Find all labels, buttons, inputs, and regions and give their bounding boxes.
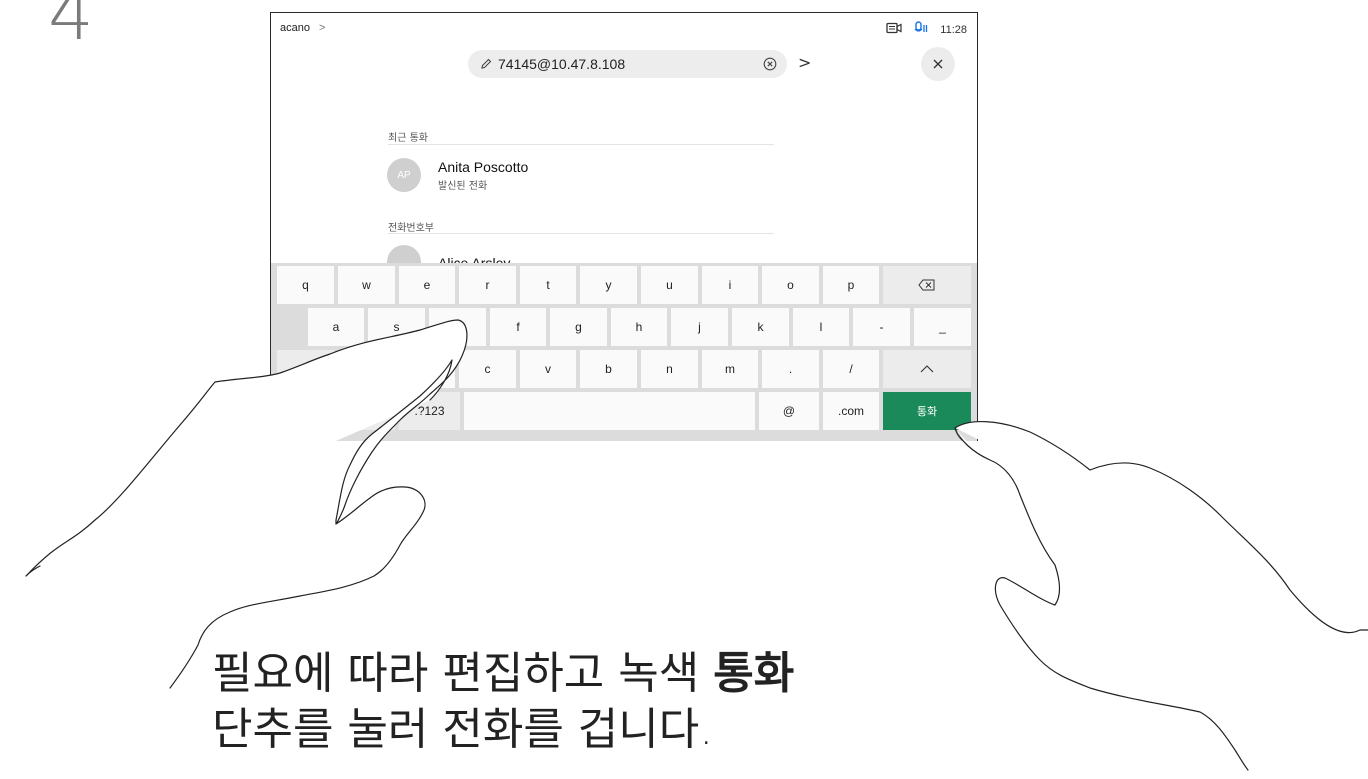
space-key[interactable] bbox=[464, 392, 755, 430]
clear-icon[interactable] bbox=[763, 57, 777, 71]
recent-calls-header: 최근 통화 bbox=[388, 133, 428, 144]
status-indicators: 11:28 bbox=[886, 21, 967, 38]
status-bar: acano > 11:28 bbox=[271, 13, 977, 45]
call-button[interactable]: 통화 bbox=[883, 392, 971, 430]
dial-input[interactable]: 74145@10.47.8.108 bbox=[468, 50, 787, 78]
key-slash[interactable]: / bbox=[823, 350, 879, 388]
key-f[interactable]: f bbox=[490, 308, 546, 346]
pencil-icon bbox=[480, 58, 492, 70]
language-key[interactable] bbox=[277, 392, 395, 430]
key-h[interactable]: h bbox=[611, 308, 667, 346]
system-name[interactable]: acano > bbox=[280, 22, 325, 34]
instruction-line-1-text: 필요에 따라 편집하고 녹색 bbox=[212, 648, 714, 699]
key-c[interactable]: c bbox=[459, 350, 516, 388]
instruction-line-2: 단추를 눌러 전화를 겁니다. bbox=[212, 704, 714, 755]
directory-header: 전화번호부 bbox=[388, 223, 434, 234]
key-s[interactable]: s bbox=[368, 308, 425, 346]
divider bbox=[388, 144, 774, 145]
numbers-key[interactable]: .?123 bbox=[399, 392, 460, 430]
key-v[interactable]: v bbox=[520, 350, 576, 388]
key-p[interactable]: p bbox=[823, 266, 879, 304]
device-screen: acano > 11:28 74145@10.47.8.108 > 최근 통화 … bbox=[270, 12, 978, 441]
key-w[interactable]: w bbox=[338, 266, 395, 304]
instruction-emphasis: 통화 bbox=[713, 648, 795, 699]
key-z[interactable]: z bbox=[338, 350, 395, 388]
on-screen-keyboard: q w e r t y u i o p a s d f g h j k l - … bbox=[271, 263, 977, 441]
key-d[interactable]: d bbox=[429, 308, 486, 346]
call-status: 발신된 전화 bbox=[438, 181, 488, 192]
close-button[interactable] bbox=[921, 47, 955, 81]
instruction-line-1: 필요에 따라 편집하고 녹색 통화 bbox=[212, 646, 794, 702]
dial-input-value: 74145@10.47.8.108 bbox=[498, 56, 626, 72]
at-key[interactable]: @ bbox=[759, 392, 819, 430]
key-underscore[interactable]: _ bbox=[914, 308, 971, 346]
key-t[interactable]: t bbox=[520, 266, 576, 304]
key-e[interactable]: e bbox=[399, 266, 455, 304]
close-icon bbox=[933, 59, 943, 69]
key-x[interactable]: x bbox=[399, 350, 455, 388]
shift-key-right[interactable] bbox=[883, 350, 971, 388]
avatar: AP bbox=[387, 158, 421, 192]
camera-icon[interactable] bbox=[886, 22, 902, 37]
key-r[interactable]: r bbox=[459, 266, 516, 304]
clock-time: 11:28 bbox=[940, 23, 967, 36]
key-k[interactable]: k bbox=[732, 308, 789, 346]
shift-icon bbox=[299, 365, 312, 373]
key-hyphen[interactable]: - bbox=[853, 308, 910, 346]
contact-name[interactable]: Anita Poscotto bbox=[438, 159, 528, 175]
shift-icon bbox=[920, 365, 934, 373]
key-a[interactable]: a bbox=[308, 308, 364, 346]
key-i[interactable]: i bbox=[702, 266, 758, 304]
key-b[interactable]: b bbox=[580, 350, 637, 388]
key-j[interactable]: j bbox=[671, 308, 728, 346]
backspace-key[interactable] bbox=[883, 266, 971, 304]
backspace-icon bbox=[918, 279, 935, 291]
key-q[interactable]: q bbox=[277, 266, 334, 304]
shift-key-left[interactable] bbox=[277, 350, 334, 388]
chevron-right-icon: > bbox=[319, 22, 326, 34]
right-hand-illustration bbox=[954, 421, 1368, 771]
instruction-text: 필요에 따라 편집하고 녹색 통화 단추를 눌러 전화를 겁니다. bbox=[212, 646, 794, 758]
key-o[interactable]: o bbox=[762, 266, 819, 304]
key-n[interactable]: n bbox=[641, 350, 698, 388]
step-number: 4 bbox=[48, 0, 94, 56]
key-l[interactable]: l bbox=[793, 308, 849, 346]
key-u[interactable]: u bbox=[641, 266, 698, 304]
key-period[interactable]: . bbox=[762, 350, 819, 388]
divider bbox=[388, 233, 774, 234]
system-name-label: acano bbox=[280, 22, 310, 34]
microphone-icon[interactable] bbox=[914, 21, 928, 38]
key-y[interactable]: y bbox=[580, 266, 637, 304]
go-arrow-button[interactable]: > bbox=[798, 53, 811, 72]
dot-com-key[interactable]: .com bbox=[823, 392, 879, 430]
key-g[interactable]: g bbox=[550, 308, 607, 346]
key-m[interactable]: m bbox=[702, 350, 758, 388]
